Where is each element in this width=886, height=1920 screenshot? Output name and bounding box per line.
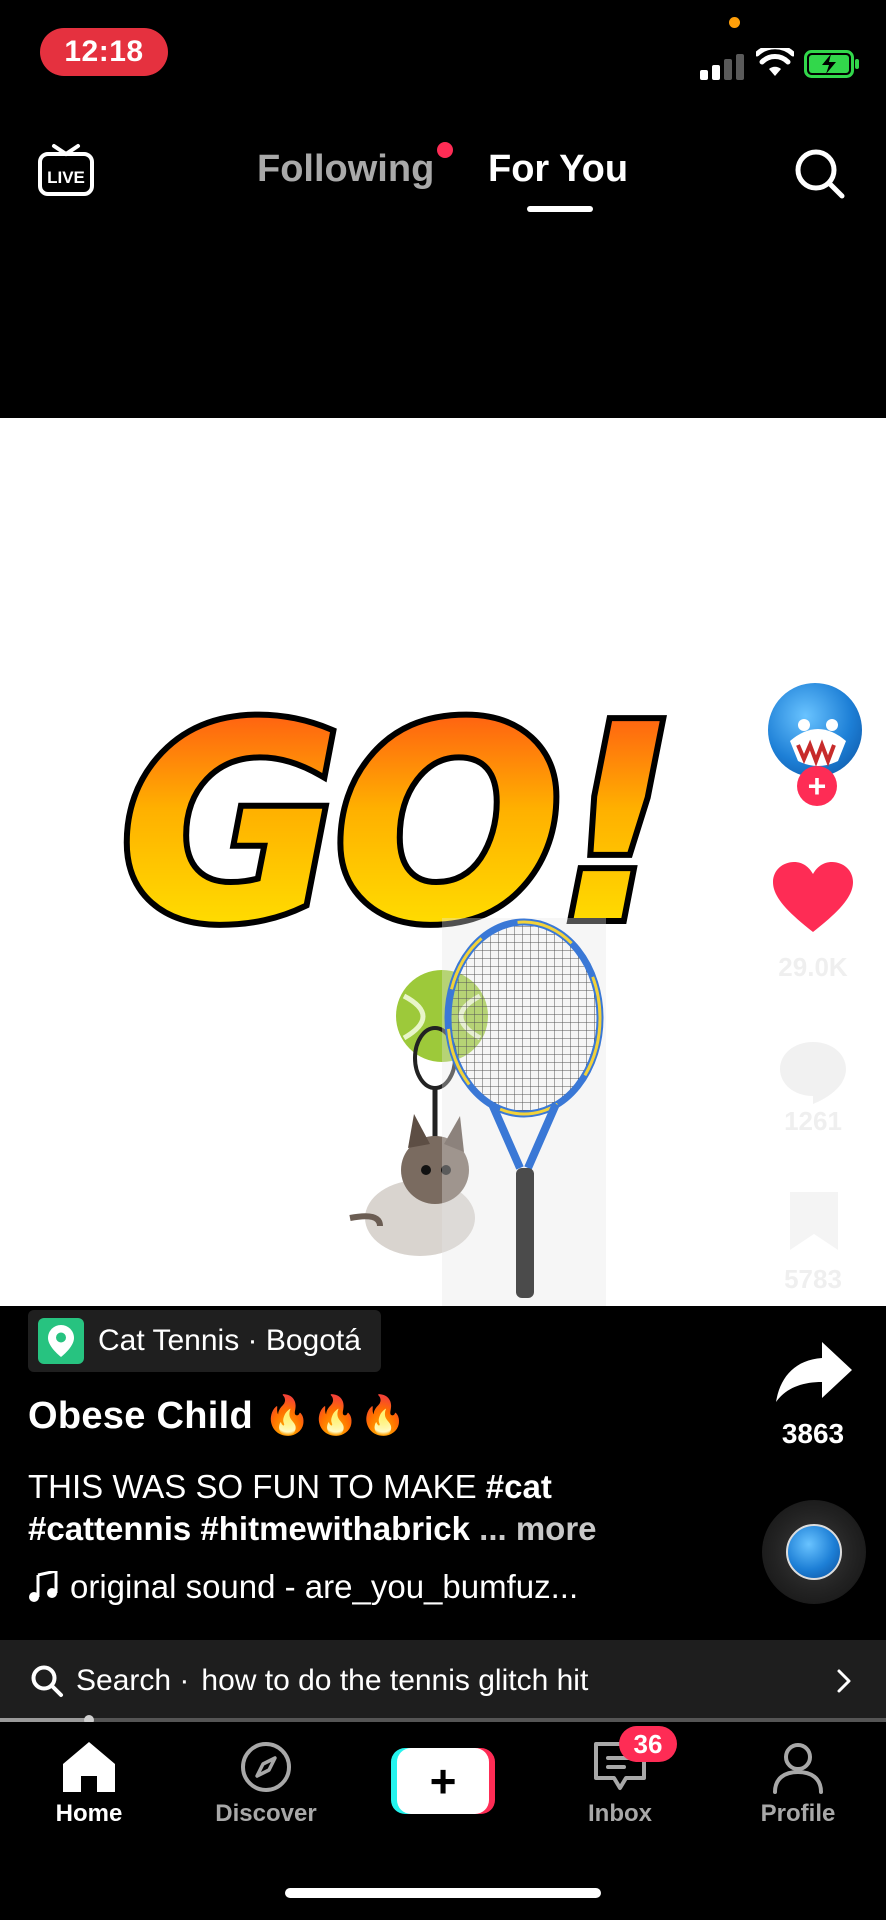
comment-count: 1261 xyxy=(784,1106,842,1136)
search-prefix: Search · xyxy=(76,1664,190,1697)
hashtag[interactable]: #hitmewithabrick xyxy=(200,1510,470,1547)
nav-home[interactable]: Home xyxy=(24,1740,154,1828)
sound-link[interactable]: original sound - are_you_bumfuz... xyxy=(28,1568,578,1606)
music-note-icon xyxy=(29,1571,58,1602)
tab-for-you[interactable]: For You xyxy=(488,148,628,191)
hashtag[interactable]: #cattennis xyxy=(28,1510,191,1547)
top-nav: LIVE Following For You xyxy=(0,130,886,240)
home-icon xyxy=(63,1742,115,1792)
video-caption[interactable]: THIS WAS SO FUN TO MAKE #cat #cattennis … xyxy=(28,1466,708,1550)
location-tag[interactable]: Cat Tennis · Bogotá xyxy=(28,1310,381,1372)
location-pin-icon xyxy=(38,1318,84,1364)
bookmark-count: 5783 xyxy=(784,1264,842,1294)
live-tv-icon[interactable]: LIVE xyxy=(36,140,96,200)
nav-profile[interactable]: Profile xyxy=(733,1740,863,1828)
cellular-signal-icon xyxy=(700,54,744,80)
home-indicator xyxy=(285,1888,601,1898)
caption-more-link[interactable]: ... more xyxy=(479,1510,596,1547)
create-button[interactable]: + xyxy=(391,1748,495,1814)
video-player[interactable]: GO! xyxy=(0,418,886,1306)
nav-discover-label: Discover xyxy=(215,1800,317,1827)
status-time: 12:18 xyxy=(40,28,168,76)
bookmark-icon[interactable] xyxy=(786,1188,842,1252)
search-query: how to do the tennis glitch hit xyxy=(201,1664,589,1697)
search-icon xyxy=(31,1665,63,1697)
bottom-nav: Home Discover + Inbox 36 Profile xyxy=(0,1722,886,1920)
nav-inbox-label: Inbox xyxy=(588,1800,652,1827)
heart-icon[interactable] xyxy=(773,862,853,934)
nav-home-label: Home xyxy=(55,1800,123,1827)
caption-text: THIS WAS SO FUN TO MAKE xyxy=(28,1468,486,1505)
music-disc-avatar xyxy=(786,1524,842,1580)
share-icon[interactable] xyxy=(774,1340,854,1404)
chevron-right-icon xyxy=(837,1669,851,1693)
sound-name: original sound - are_you_bumfuz... xyxy=(70,1568,579,1605)
following-notification-dot xyxy=(437,142,453,158)
creator-username[interactable]: Obese Child 🔥🔥🔥 xyxy=(28,1394,407,1438)
plus-icon: + xyxy=(397,1748,489,1814)
hashtag[interactable]: #cat xyxy=(486,1468,552,1505)
wifi-icon xyxy=(756,48,794,76)
active-tab-indicator xyxy=(527,206,593,212)
profile-icon xyxy=(773,1743,823,1794)
like-count: 29.0K xyxy=(778,952,848,982)
privacy-indicator xyxy=(729,17,740,28)
compass-icon xyxy=(241,1742,291,1792)
status-bar: 12:18 xyxy=(0,0,886,110)
tab-following[interactable]: Following xyxy=(257,148,434,191)
music-disc-button[interactable] xyxy=(762,1500,866,1604)
location-label: Cat Tennis · Bogotá xyxy=(98,1324,361,1357)
search-suggestion-bar[interactable]: Search · how to do the tennis glitch hit xyxy=(0,1640,886,1722)
comment-icon[interactable] xyxy=(778,1040,848,1106)
share-count: 3863 xyxy=(781,1418,845,1449)
go-text: GO! xyxy=(120,688,670,948)
battery-charging-icon xyxy=(804,50,859,78)
inbox-badge: 36 xyxy=(619,1726,677,1762)
nav-inbox[interactable]: Inbox 36 xyxy=(555,1726,685,1828)
nav-discover[interactable]: Discover xyxy=(201,1740,331,1828)
avatar xyxy=(765,680,865,780)
nav-profile-label: Profile xyxy=(760,1800,836,1827)
tennis-racket xyxy=(442,918,606,1306)
svg-text:LIVE: LIVE xyxy=(47,168,85,187)
creator-avatar-button[interactable]: + xyxy=(765,680,865,806)
search-icon[interactable] xyxy=(790,144,850,204)
go-graphic: GO! xyxy=(114,688,684,948)
plus-icon[interactable]: + xyxy=(797,766,837,806)
